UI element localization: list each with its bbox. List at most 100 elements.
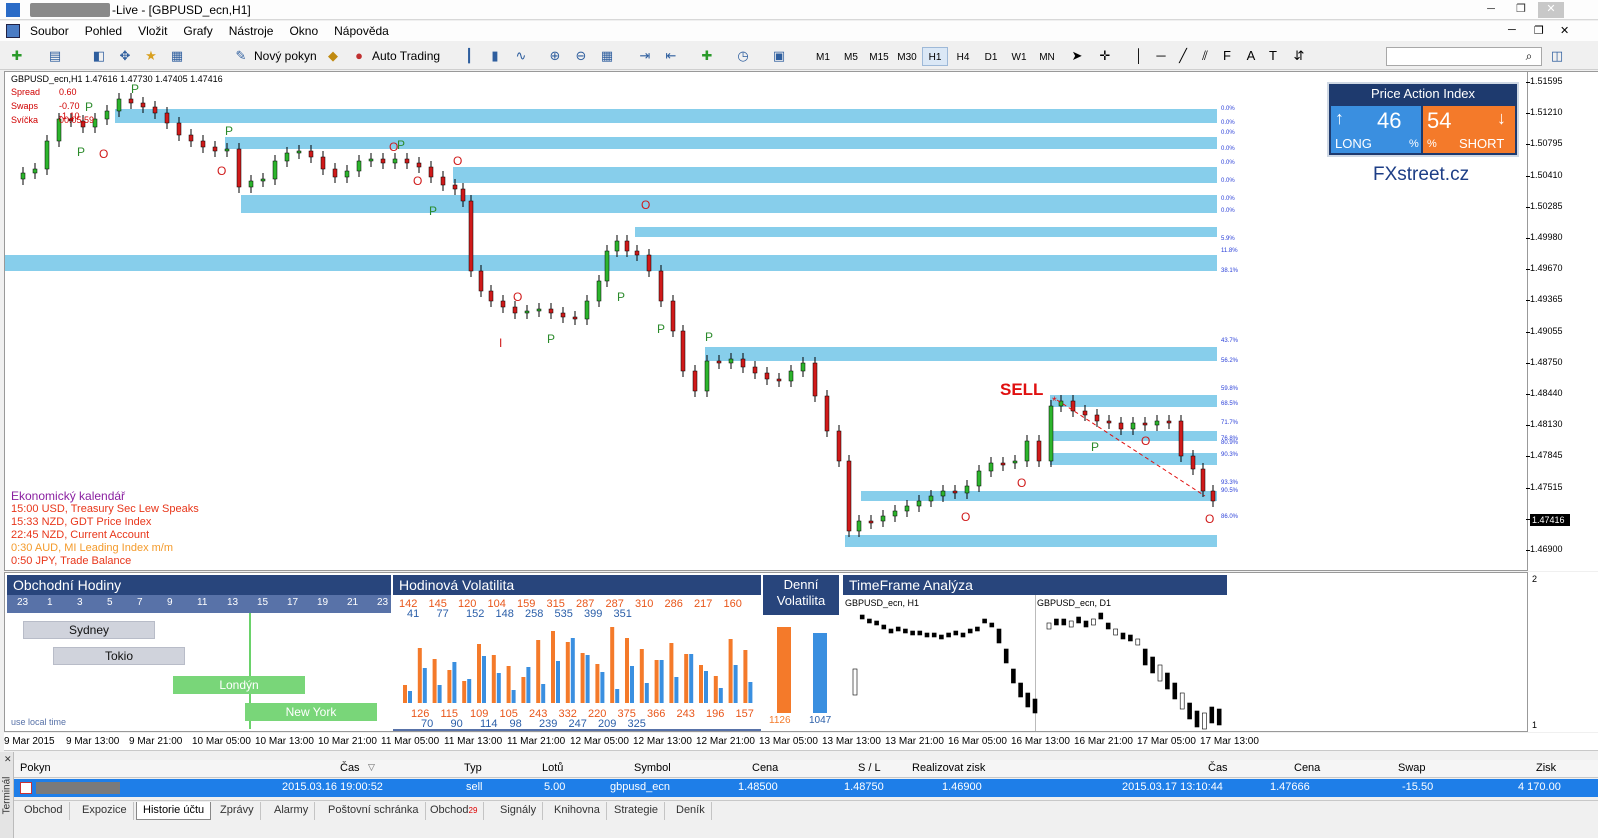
tab-2[interactable]: Historie účtu	[136, 802, 212, 820]
crosshair-icon[interactable]: ✛	[1096, 47, 1114, 65]
new-order-button[interactable]: Nový pokyn	[254, 49, 317, 63]
session-sydney: Sydney	[23, 621, 155, 639]
trendline-icon[interactable]: ╱	[1174, 47, 1192, 65]
horizontal-line-icon[interactable]: ─	[1152, 47, 1170, 65]
tab-4[interactable]: Alarmy	[268, 802, 316, 820]
column-header[interactable]: Zisk	[1536, 762, 1556, 774]
timeframe-m15-button[interactable]: M15	[866, 47, 892, 66]
price-axis[interactable]: 1.51595 1.51210 1.50795 1.50410 1.50285 1.499…	[1526, 71, 1598, 571]
auto-trading-button[interactable]: Auto Trading	[372, 49, 440, 63]
column-header[interactable]: Čas	[1208, 762, 1228, 774]
tab-7[interactable]: Signály	[494, 802, 544, 820]
column-header[interactable]: S / L	[858, 762, 881, 774]
fibonacci-icon[interactable]: F	[1218, 47, 1236, 65]
menu-item-6[interactable]: Nápověda	[326, 21, 397, 38]
tab-5[interactable]: Poštovní schránka	[322, 802, 426, 820]
timeframe-d1-button[interactable]: D1	[978, 47, 1004, 66]
minimize-icon[interactable]: ─	[1478, 2, 1504, 18]
candlestick	[524, 310, 530, 314]
child-restore-icon[interactable]: ❐	[1534, 24, 1544, 37]
auto-trading-icon[interactable]: ●	[350, 47, 368, 65]
arrows-icon[interactable]: ⇵	[1290, 47, 1308, 65]
new-order-icon[interactable]: ✎	[232, 47, 250, 65]
menu-item-3[interactable]: Grafy	[175, 21, 220, 38]
column-header[interactable]: Realizovat zisk	[912, 762, 985, 774]
new-chart-icon[interactable]: ✚	[8, 47, 26, 65]
timeframe-m1-button[interactable]: M1	[810, 47, 836, 66]
column-header[interactable]: Lotů	[542, 762, 563, 774]
menu-item-5[interactable]: Okno	[281, 21, 326, 38]
column-header[interactable]: Cena	[752, 762, 778, 774]
templates-icon[interactable]: ▣	[770, 47, 788, 65]
menu-item-1[interactable]: Pohled	[77, 21, 130, 38]
chart-shift-icon[interactable]: ⇤	[662, 47, 680, 65]
indicators-icon[interactable]: ✚	[698, 47, 716, 65]
price-chart[interactable]: 0.0% 0.0% 0.0% 0.0% 0.0% 0.0% 0.0% 0.0% 5.9% 11.8…	[4, 71, 1528, 571]
timeframe-m30-button[interactable]: M30	[894, 47, 920, 66]
tab-8[interactable]: Knihovna	[548, 802, 607, 820]
meta-editor-icon[interactable]: ◆	[324, 47, 342, 65]
column-header[interactable]: Pokyn	[20, 762, 51, 774]
community-icon[interactable]: ◫	[1548, 47, 1566, 65]
line-chart-icon[interactable]: ∿	[512, 47, 530, 65]
timeframe-h4-button[interactable]: H4	[950, 47, 976, 66]
tab-3[interactable]: Zprávy	[214, 802, 261, 820]
favorites-icon[interactable]: ★	[142, 47, 160, 65]
menu-item-2[interactable]: Vložit	[130, 21, 175, 38]
time-axis[interactable]: 9 Mar 2015 9 Mar 13:00 9 Mar 21:00 10 Mar 0…	[4, 733, 1598, 751]
candlestick	[704, 360, 710, 392]
vertical-line-icon[interactable]: │	[1130, 47, 1148, 65]
column-header[interactable]: Swap	[1398, 762, 1426, 774]
session-new-york: New York	[245, 703, 377, 721]
column-header[interactable]: Čas	[340, 762, 360, 774]
tile-windows-icon[interactable]: ▦	[598, 47, 616, 65]
chart-info-block: Spread 0.60 Swaps -0.70 -1.10 Svíčka 00:05:59	[11, 87, 94, 129]
close-icon[interactable]: ✕	[1538, 2, 1564, 18]
vol-bar-blue	[644, 683, 649, 703]
tab-6[interactable]: Obchod29	[424, 802, 485, 820]
menu-item-4[interactable]: Nástroje	[221, 21, 282, 38]
candlestick-icon[interactable]: ▮	[486, 47, 504, 65]
cursor-icon[interactable]: ➤	[1068, 47, 1086, 65]
navigator-icon[interactable]: ✥	[116, 47, 134, 65]
column-header[interactable]: Symbol	[634, 762, 671, 774]
label-icon[interactable]: T	[1264, 47, 1282, 65]
tab-9[interactable]: Strategie	[608, 802, 666, 820]
calendar-event: 0:30 AUD, MI Leading Index m/m	[11, 542, 174, 554]
profiles-icon[interactable]: ▤	[46, 47, 64, 65]
candlestick	[812, 362, 818, 397]
market-watch-icon[interactable]: ◧	[90, 47, 108, 65]
vol-bottom-orange: 366	[647, 708, 665, 720]
child-close-icon[interactable]: ✕	[1560, 24, 1569, 37]
periods-icon[interactable]: ◷	[734, 47, 752, 65]
candlestick	[20, 172, 26, 180]
auto-scroll-icon[interactable]: ⇥	[636, 47, 654, 65]
tp-cell: 1.46900	[942, 781, 982, 793]
zoom-out-icon[interactable]: ⊖	[572, 47, 590, 65]
tf-d1-candle	[1165, 672, 1170, 690]
maximize-icon[interactable]: ❐	[1508, 2, 1534, 18]
child-minimize-icon[interactable]: ─	[1508, 24, 1516, 36]
timeframe-h1-button[interactable]: H1	[922, 47, 948, 66]
search-input[interactable]	[1386, 47, 1542, 66]
timeframe-mn-button[interactable]: MN	[1034, 47, 1060, 66]
tab-1[interactable]: Expozice	[76, 802, 134, 820]
zoom-in-icon[interactable]: ⊕	[546, 47, 564, 65]
terminal-close-icon[interactable]: ✕	[4, 754, 12, 765]
tab-0[interactable]: Obchod	[18, 802, 70, 820]
channel-icon[interactable]: ⫽	[1196, 47, 1214, 65]
timeframe-m5-button[interactable]: M5	[838, 47, 864, 66]
table-row[interactable]: 2015.03.16 19:00:52 sell 5.00 gbpusd_ecn…	[14, 779, 1598, 797]
sort-desc-icon[interactable]: ▽	[368, 762, 375, 773]
text-icon[interactable]: A	[1242, 47, 1260, 65]
search-icon[interactable]: ⌕	[1520, 47, 1538, 65]
terminal-toggle-icon[interactable]: ▦	[168, 47, 186, 65]
column-header[interactable]: Cena	[1294, 762, 1320, 774]
column-header[interactable]: Typ	[464, 762, 482, 774]
timeframe-w1-button[interactable]: W1	[1006, 47, 1032, 66]
tab-label: Alarmy	[274, 804, 309, 816]
tab-10[interactable]: Deník	[670, 802, 712, 820]
menu-item-0[interactable]: Soubor	[22, 21, 77, 38]
bar-chart-icon[interactable]: ┃	[460, 47, 478, 65]
fib-level-label: 0.0%	[1221, 178, 1235, 184]
